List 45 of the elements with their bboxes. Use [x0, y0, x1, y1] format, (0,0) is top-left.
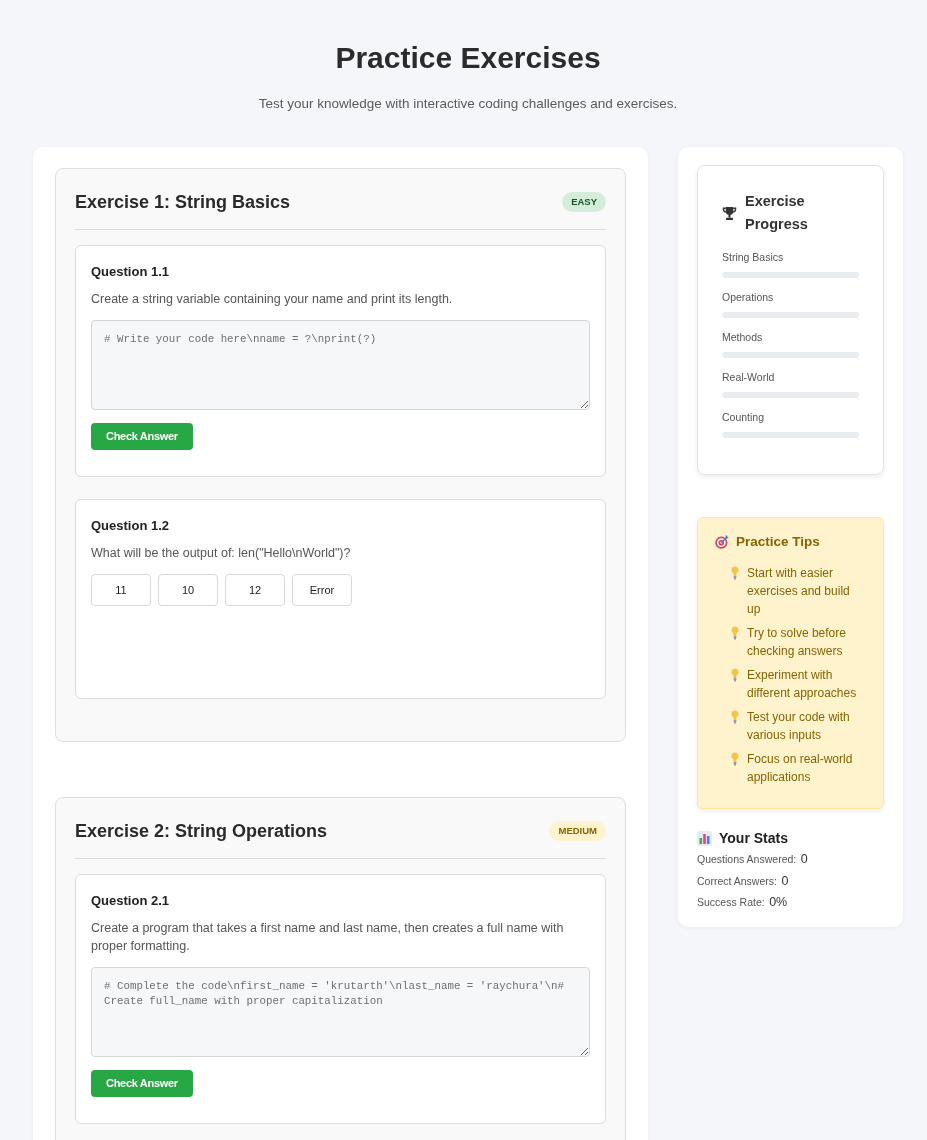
stat-value: 0: [800, 852, 808, 866]
bar-chart-icon: [697, 830, 712, 846]
lightbulb-icon: [731, 668, 739, 682]
stat-value: 0%: [769, 895, 788, 909]
stats-title: Your Stats: [719, 829, 788, 847]
difficulty-badge: MEDIUM: [549, 821, 606, 841]
lightbulb-icon: [731, 752, 739, 766]
stat-label: Questions Answered:: [697, 853, 797, 865]
answer-option[interactable]: 10: [158, 574, 218, 606]
difficulty-badge: EASY: [562, 192, 606, 212]
progress-title: Exercise Progress: [745, 192, 809, 234]
tip-text: Focus on real-world applications: [747, 751, 854, 786]
answer-option[interactable]: Error: [292, 574, 352, 606]
stat-label: Success Rate:: [697, 896, 765, 908]
question-title: Question 1.1: [91, 263, 171, 281]
exercise-title: Exercise 2: String Operations: [75, 820, 328, 843]
stat-label: Correct Answers:: [697, 874, 777, 887]
question-prompt: Create a string variable containing your name and print its length.: [91, 291, 454, 308]
tip-text: Start with easier exercises and build up: [747, 565, 851, 618]
question-prompt: Create a program that takes a first name and last name, then creates a full name with proper formatting.: [91, 920, 565, 955]
code-field[interactable]: # Write your code here\nname = ?\nprint(?): [91, 320, 590, 410]
answer-option[interactable]: 11: [91, 574, 151, 606]
progress-label: Counting: [722, 410, 766, 424]
tips-title: Practice Tips: [736, 533, 820, 551]
lightbulb-icon: [731, 626, 739, 640]
tip-text: Experiment with different approaches: [747, 667, 858, 702]
question-title: Question 1.2: [91, 517, 171, 535]
answer-option[interactable]: 12: [225, 574, 285, 606]
page-title: Practice Exercises: [334, 40, 602, 76]
tip-text: Try to solve before checking answers: [747, 625, 847, 660]
trophy-icon: [722, 205, 737, 221]
target-icon: [715, 535, 729, 549]
code-field[interactable]: # Complete the code\nfirst_name = 'krutarth'\nlast_name = 'raychura'\n# Create full_name with proper capitalization: [91, 967, 590, 1057]
exercise-title: Exercise 1: String Basics: [75, 191, 291, 214]
progress-label: String Basics: [722, 250, 785, 264]
lightbulb-icon: [731, 566, 739, 580]
progress-label: Operations: [722, 290, 775, 304]
question-prompt: What will be the output of: len("Hello\nWorld")?: [91, 545, 352, 562]
tip-text: Test your code with various inputs: [747, 709, 851, 744]
stat-value: 0: [781, 873, 789, 888]
progress-label: Real-World: [722, 370, 776, 384]
lightbulb-icon: [731, 710, 739, 724]
question-title: Question 2.1: [91, 892, 171, 910]
progress-label: Methods: [722, 330, 764, 344]
page-subtitle: Test your knowledge with interactive coding challenges and exercises.: [257, 95, 679, 113]
